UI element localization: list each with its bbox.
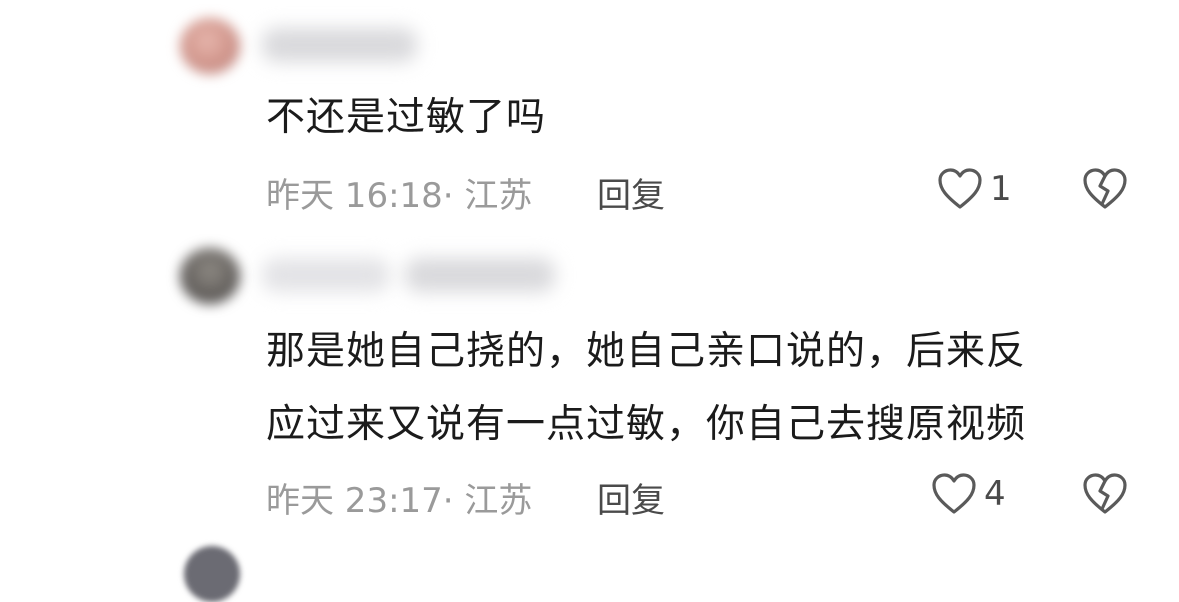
reply-button[interactable]: 回复 bbox=[597, 168, 665, 217]
broken-heart-icon bbox=[1081, 167, 1129, 211]
username-blurred[interactable] bbox=[262, 258, 390, 292]
comment-item: 不还是过敏了吗 昨天 16:18· 江苏 回复 1 bbox=[0, 0, 1179, 240]
comment-meta: 昨天 23:17· 江苏 bbox=[266, 481, 533, 521]
broken-heart-icon bbox=[1081, 472, 1129, 516]
heart-outline-icon bbox=[930, 472, 978, 516]
username-blurred[interactable] bbox=[262, 28, 417, 62]
like-button[interactable]: 1 bbox=[936, 167, 1012, 211]
dislike-button[interactable] bbox=[1081, 167, 1129, 211]
comment-text-line: 应过来又说有一点过敏，你自己去搜原视频 bbox=[266, 402, 1027, 447]
heart-outline-icon bbox=[936, 167, 984, 211]
dislike-button[interactable] bbox=[1081, 472, 1129, 516]
avatar[interactable] bbox=[180, 248, 240, 304]
avatar[interactable] bbox=[180, 18, 240, 74]
username-blurred[interactable] bbox=[405, 258, 555, 292]
comment-text: 不还是过敏了吗 bbox=[266, 95, 547, 140]
comment-text-line: 那是她自己挠的，她自己亲口说的，后来反 bbox=[266, 329, 1027, 374]
avatar[interactable] bbox=[184, 546, 240, 602]
like-button[interactable]: 4 bbox=[930, 472, 1006, 516]
comment-item: 那是她自己挠的，她自己亲口说的，后来反 应过来又说有一点过敏，你自己去搜原视频 … bbox=[0, 240, 1179, 540]
like-count: 4 bbox=[984, 474, 1006, 514]
like-count: 1 bbox=[990, 169, 1012, 209]
reply-button[interactable]: 回复 bbox=[597, 473, 665, 522]
comment-meta: 昨天 16:18· 江苏 bbox=[266, 176, 533, 216]
